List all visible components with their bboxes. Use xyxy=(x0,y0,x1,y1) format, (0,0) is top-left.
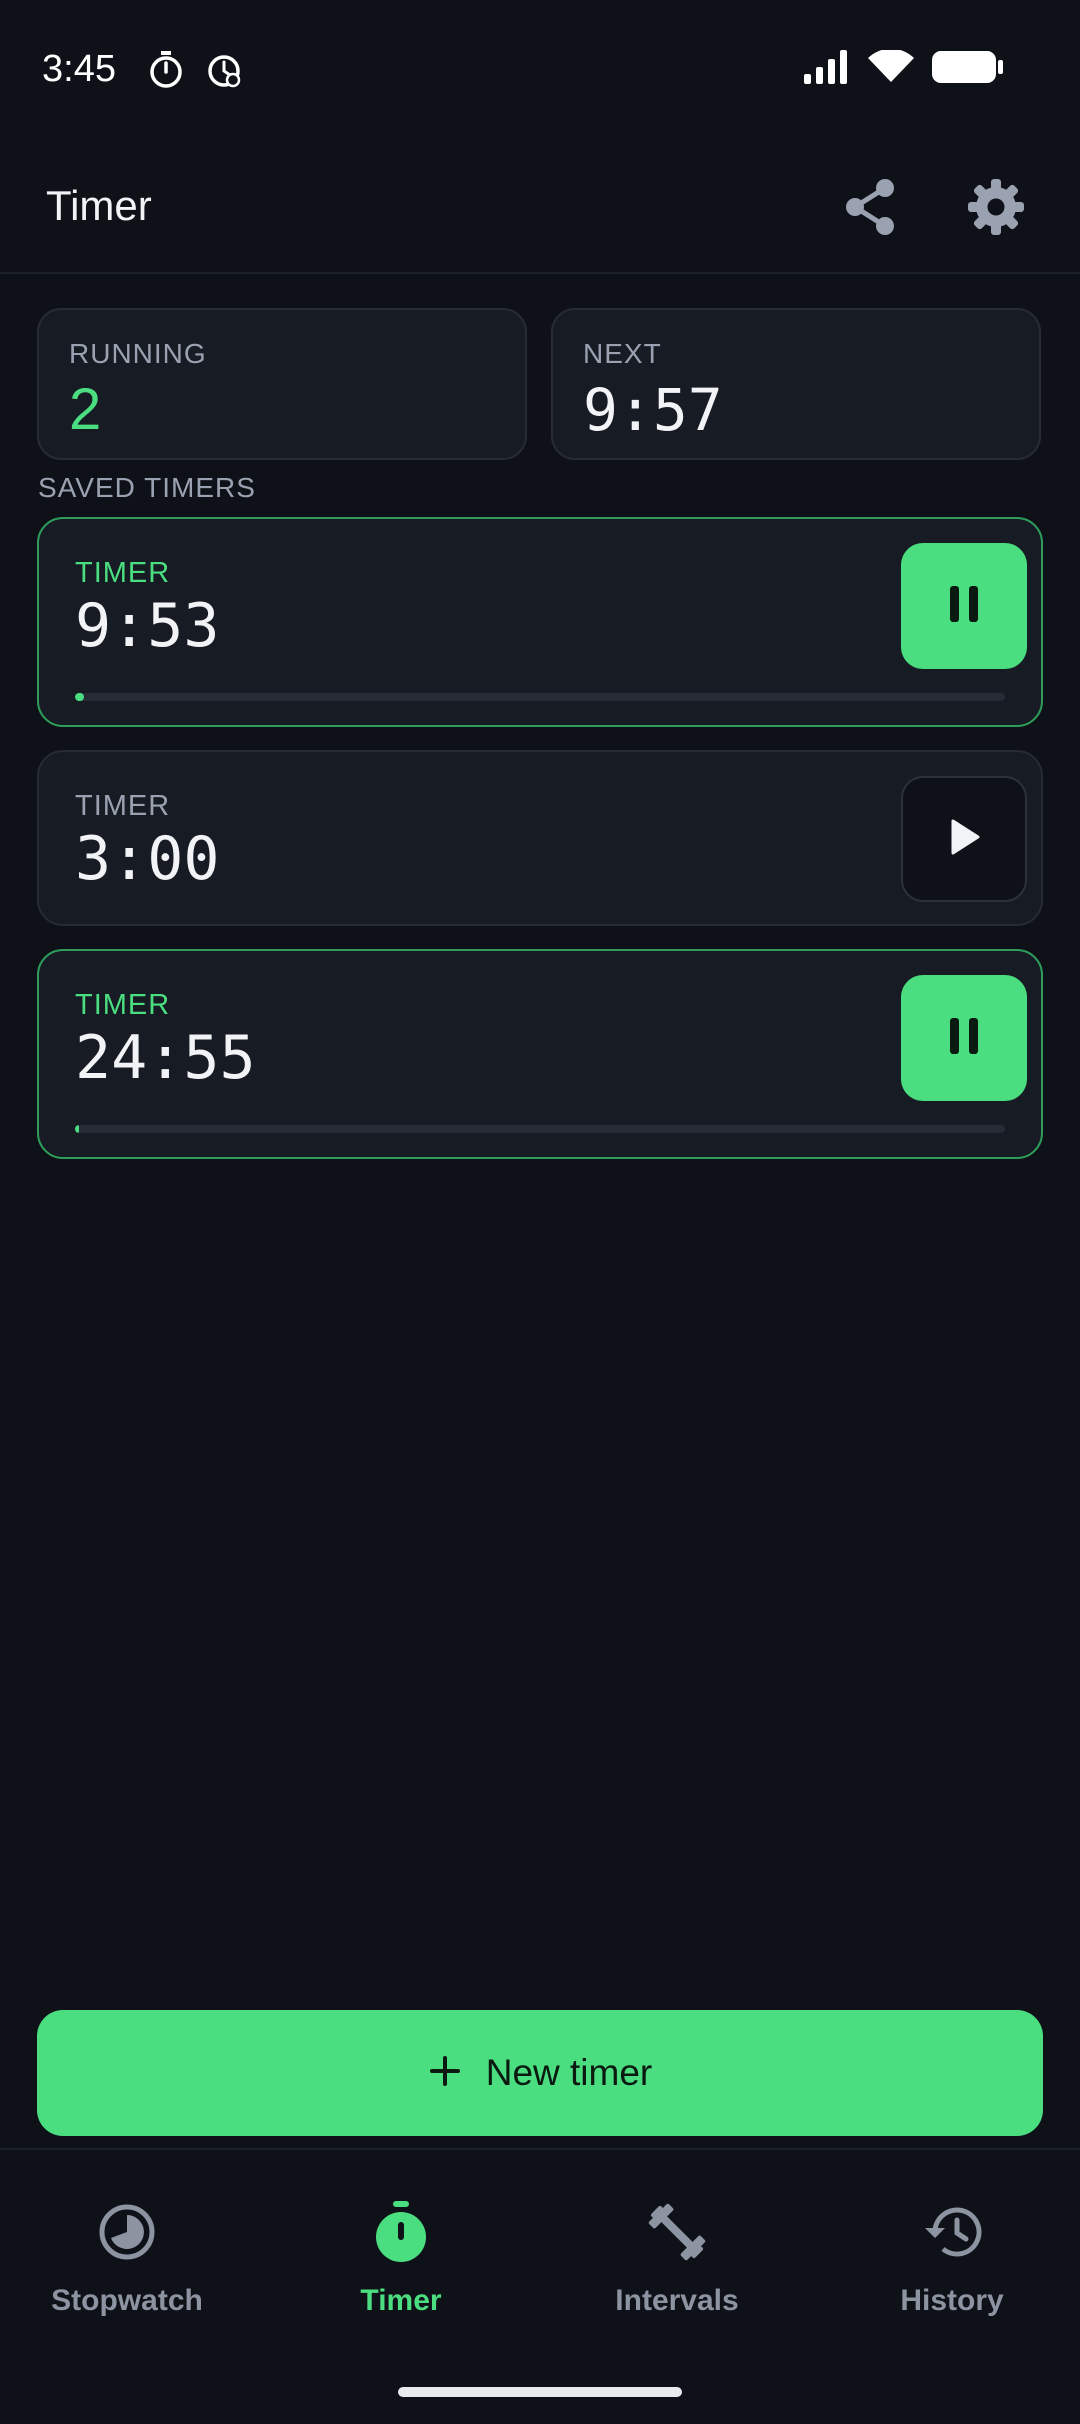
battery-icon xyxy=(932,50,1004,89)
settings-button[interactable] xyxy=(963,176,1029,242)
nav-label: Stopwatch xyxy=(51,2284,203,2317)
status-icons xyxy=(804,48,1004,89)
timer-label: TIMER xyxy=(75,989,171,1021)
next-timer-card: NEXT 9:57 xyxy=(551,308,1041,460)
nav-label: Timer xyxy=(360,2284,442,2317)
gear-icon xyxy=(967,178,1025,241)
progress-fill xyxy=(75,693,85,701)
pause-button[interactable] xyxy=(901,543,1027,669)
share-icon xyxy=(843,178,897,241)
new-timer-button[interactable]: New timer xyxy=(37,2010,1043,2136)
next-time: 9:57 xyxy=(583,376,723,444)
timer-time: 3:00 xyxy=(75,824,220,894)
running-count-card: RUNNING 2 xyxy=(37,308,527,460)
timer-card[interactable]: TIMER 3:00 xyxy=(37,750,1043,926)
history-icon xyxy=(920,2200,984,2264)
nav-item-history[interactable]: History xyxy=(817,2200,1080,2318)
timer-time: 9:53 xyxy=(75,591,220,661)
timer-label: TIMER xyxy=(75,557,171,589)
next-label: NEXT xyxy=(583,338,662,369)
nav-item-intervals[interactable]: Intervals xyxy=(542,2200,812,2318)
timer-label: TIMER xyxy=(75,790,171,822)
play-button[interactable] xyxy=(901,776,1027,902)
dumbbell-icon xyxy=(645,2200,709,2264)
timer-icon xyxy=(369,2200,433,2264)
play-icon xyxy=(947,818,981,861)
timer-time: 24:55 xyxy=(75,1023,256,1093)
stopwatch-icon xyxy=(148,50,184,95)
nav-label: Intervals xyxy=(615,2284,739,2317)
nav-label: History xyxy=(900,2284,1004,2317)
plus-icon xyxy=(428,2054,462,2093)
stopwatch-pie-icon xyxy=(95,2200,159,2264)
running-count: 2 xyxy=(69,377,102,442)
pause-button[interactable] xyxy=(901,975,1027,1101)
share-button[interactable] xyxy=(837,176,903,242)
progress-bar xyxy=(75,693,1005,701)
pause-icon xyxy=(946,584,982,629)
timer-card[interactable]: TIMER 24:55 xyxy=(37,949,1043,1159)
status-time: 3:45 xyxy=(42,48,116,90)
alarm-clock-icon xyxy=(206,50,242,95)
nav-item-timer[interactable]: Timer xyxy=(266,2200,536,2318)
signal-icon xyxy=(804,50,850,89)
app-bar: Timer xyxy=(0,140,1080,274)
wifi-icon xyxy=(868,48,914,89)
timer-card[interactable]: TIMER 9:53 xyxy=(37,517,1043,727)
new-timer-label: New timer xyxy=(485,2052,653,2093)
bottom-nav: Stopwatch Timer Intervals History xyxy=(0,2148,1080,2424)
status-bar: 3:45 xyxy=(0,0,1080,140)
home-indicator xyxy=(398,2387,682,2397)
running-label: RUNNING xyxy=(69,338,207,369)
nav-item-stopwatch[interactable]: Stopwatch xyxy=(0,2200,262,2318)
progress-fill xyxy=(75,1125,79,1133)
progress-bar xyxy=(75,1125,1005,1133)
section-heading: SAVED TIMERS xyxy=(38,472,256,503)
pause-icon xyxy=(946,1016,982,1061)
page-title: Timer xyxy=(46,182,152,229)
